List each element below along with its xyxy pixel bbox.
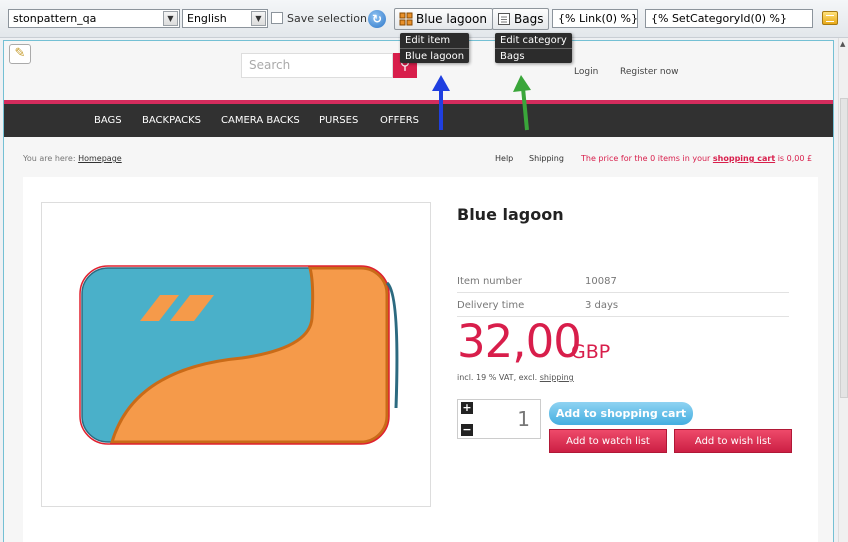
plus-icon[interactable]: + <box>461 402 473 414</box>
breadcrumb-home-link[interactable]: Homepage <box>78 154 122 163</box>
delivery-time-value: 3 days <box>585 300 619 311</box>
price-currency: GBP <box>571 341 611 363</box>
link-field[interactable]: {% Link(0) %} <box>552 9 638 28</box>
nav-item-camera-backs[interactable]: CAMERA BACKS <box>221 104 300 137</box>
language-select[interactable]: English ▼ <box>182 9 268 28</box>
shop-select-value: stonpattern_qa <box>13 12 97 25</box>
register-link[interactable]: Register now <box>620 67 679 77</box>
delivery-time-label: Delivery time <box>457 300 525 311</box>
product-image[interactable] <box>41 202 431 507</box>
quantity-stepper[interactable]: + − 1 <box>457 399 541 439</box>
add-to-wish-list-button[interactable]: Add to wish list <box>674 429 792 453</box>
save-selection-label: Save selection <box>287 12 367 25</box>
toolbar-menu-icon[interactable] <box>822 11 838 25</box>
item-number-label: Item number <box>457 276 522 287</box>
category-icon <box>498 13 510 25</box>
item-icon <box>399 12 413 26</box>
pencil-icon[interactable]: ✎ <box>9 44 31 64</box>
scroll-thumb[interactable] <box>840 98 848 398</box>
language-select-value: English <box>187 12 227 25</box>
add-to-watch-list-button[interactable]: Add to watch list <box>549 429 667 453</box>
product-price: 32,00 <box>457 315 582 368</box>
shop-select[interactable]: stonpattern_qa ▼ <box>8 9 180 28</box>
shopping-cart-link[interactable]: shopping cart <box>713 154 775 163</box>
vat-note: incl. 19 % VAT, excl. shipping <box>457 373 574 382</box>
nav-item-backpacks[interactable]: BACKPACKS <box>142 104 201 137</box>
item-number-value: 10087 <box>585 276 617 287</box>
divider <box>457 292 789 293</box>
shipping-link[interactable]: Shipping <box>529 154 564 163</box>
scroll-up-icon[interactable]: ▲ <box>840 40 845 48</box>
save-selection-checkbox[interactable] <box>271 12 283 24</box>
edit-item-button-label: Blue lagoon <box>416 12 487 26</box>
chevron-down-icon: ▼ <box>163 11 178 26</box>
vertical-scrollbar[interactable]: ▲ <box>838 38 848 542</box>
product-title: Blue lagoon <box>457 205 564 224</box>
nav-item-offers[interactable]: OFFERS <box>380 104 419 137</box>
item-menu-edit[interactable]: Edit item <box>400 33 469 48</box>
edit-item-button[interactable]: Blue lagoon <box>394 8 493 30</box>
category-menu-edit[interactable]: Edit category <box>495 33 572 48</box>
edit-category-button[interactable]: Bags <box>492 8 550 30</box>
breadcrumb-prefix: You are here: <box>23 154 76 163</box>
add-to-cart-button[interactable]: Add to shopping cart <box>549 402 693 425</box>
cart-summary-prefix: The price for the 0 items in your <box>581 154 711 163</box>
category-menu: Edit category Bags <box>495 33 572 63</box>
vat-note-text: incl. 19 % VAT, excl. <box>457 373 538 382</box>
help-link[interactable]: Help <box>495 154 513 163</box>
product-detail: Blue lagoon Item number 10087 Delivery t… <box>23 177 818 542</box>
item-menu-name[interactable]: Blue lagoon <box>400 48 470 63</box>
breadcrumb: You are here: Homepage <box>23 154 122 163</box>
cart-summary-suffix: is 0,00 £ <box>777 154 813 163</box>
nav-item-purses[interactable]: PURSES <box>319 104 358 137</box>
minus-icon[interactable]: − <box>461 424 473 436</box>
chevron-down-icon: ▼ <box>251 11 266 26</box>
item-menu: Edit item Blue lagoon <box>400 33 470 63</box>
page-preview: ✎ Search ⚲ Login Register now BAGS BACKP… <box>3 40 834 542</box>
login-link[interactable]: Login <box>574 67 598 77</box>
product-image-graphic <box>79 265 399 445</box>
quantity-input[interactable]: 1 <box>517 407 530 431</box>
category-id-field[interactable]: {% SetCategoryId(0) %} <box>645 9 813 28</box>
vat-shipping-link[interactable]: shipping <box>540 373 574 382</box>
edit-category-button-label: Bags <box>514 12 544 26</box>
nav-item-bags[interactable]: BAGS <box>94 104 122 137</box>
refresh-icon[interactable]: ↻ <box>368 10 386 28</box>
cart-summary: The price for the 0 items in your shoppi… <box>581 154 812 163</box>
search-input[interactable]: Search <box>241 53 393 78</box>
category-menu-name[interactable]: Bags <box>495 48 572 63</box>
main-nav: BAGS BACKPACKS CAMERA BACKS PURSES OFFER… <box>4 104 833 137</box>
